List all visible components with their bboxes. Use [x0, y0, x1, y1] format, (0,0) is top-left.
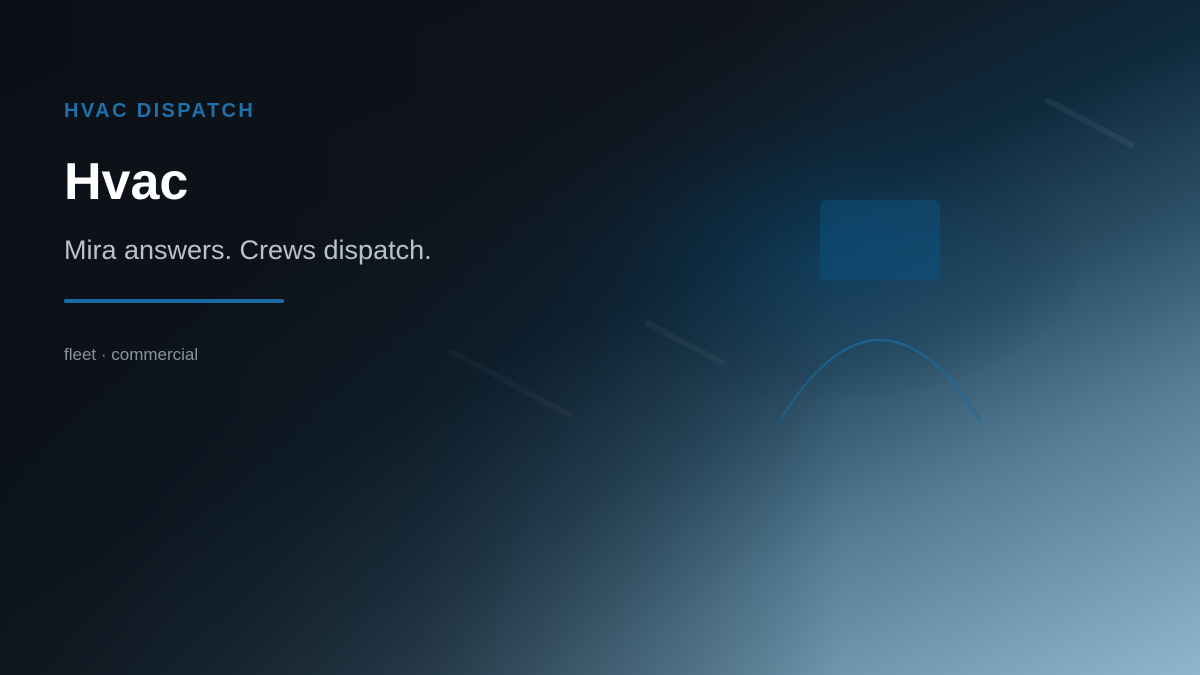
page-title: Hvac: [64, 153, 189, 211]
tagline: Mira answers. Crews dispatch.: [64, 235, 432, 265]
meta-tags: fleet · commercial: [64, 345, 199, 364]
eyebrow-label: HVAC DISPATCH: [64, 100, 256, 122]
accent-divider: [64, 299, 284, 303]
